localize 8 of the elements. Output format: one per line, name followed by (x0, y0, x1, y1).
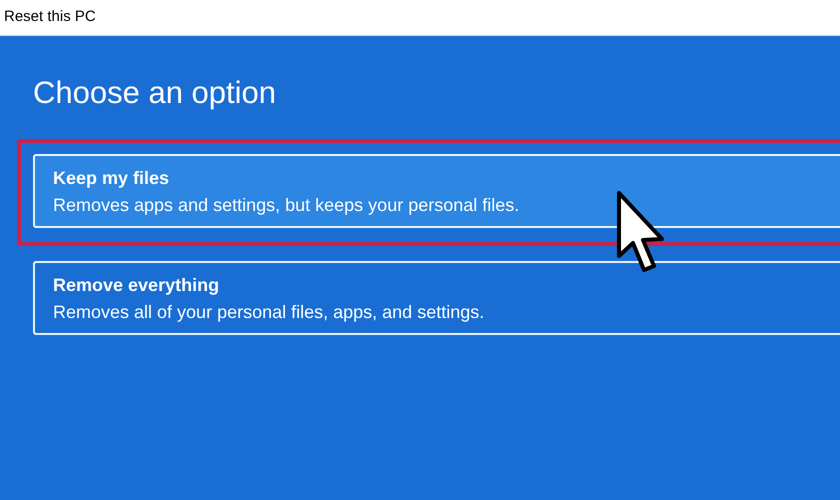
window-title: Reset this PC (4, 7, 96, 28)
option-card[interactable]: Keep my files Removes apps and settings, but keeps your personal files. (33, 154, 840, 228)
option-description: Removes all of your personal files, apps, and settings. (53, 300, 486, 324)
option-title: Keep my files (53, 166, 170, 190)
option-title: Remove everything (53, 274, 220, 296)
option-description: Removes apps and settings, but keeps your personal files. (53, 194, 520, 217)
page-heading: Choose an option (33, 74, 276, 112)
option-card[interactable]: Remove everything Removes all of your personal files, apps, and settings. (33, 260, 840, 334)
